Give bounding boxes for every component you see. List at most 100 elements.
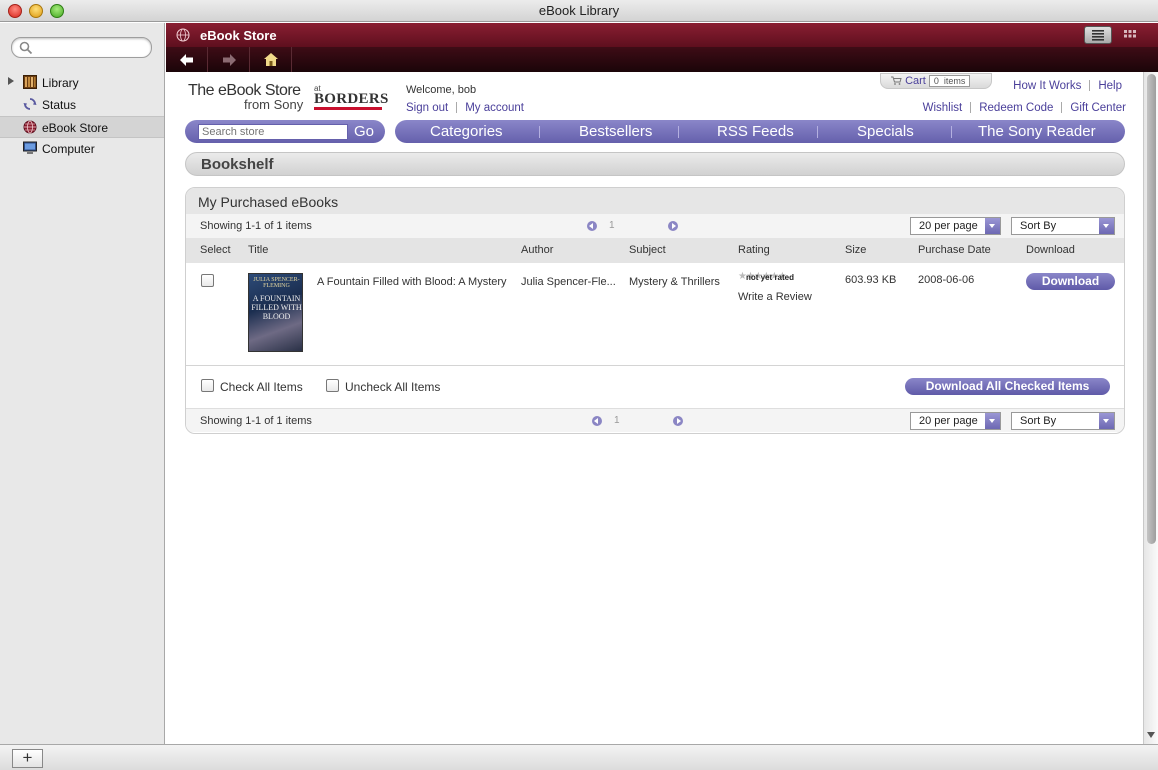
bookshelf-header: Bookshelf	[185, 152, 1125, 176]
menu-categories[interactable]: Categories	[430, 123, 503, 140]
gift-center-link[interactable]: Gift Center	[1070, 102, 1126, 114]
showing-count: Showing 1-1 of 1 items	[200, 415, 312, 427]
sidebar-item-library[interactable]: Library	[0, 72, 164, 94]
sidebar-item-label: Status	[42, 98, 77, 112]
uncheck-all-checkbox[interactable]	[326, 379, 339, 392]
home-icon	[263, 53, 278, 66]
purchased-ebooks-panel: My Purchased eBooks Showing 1-1 of 1 ite…	[185, 187, 1125, 434]
menu-rss-feeds[interactable]: RSS Feeds	[717, 123, 794, 140]
search-go-button[interactable]: Go	[354, 123, 374, 140]
cart-icon	[891, 76, 902, 85]
scrollbar-thumb[interactable]	[1147, 74, 1156, 544]
table-header: Select Title Author Subject Rating Size …	[186, 238, 1124, 263]
check-all-checkbox[interactable]	[201, 379, 214, 392]
column-subject[interactable]: Subject	[629, 244, 666, 256]
account-links: Sign out My account	[406, 100, 524, 114]
column-select: Select	[200, 244, 231, 256]
borders-logo: BORDERS	[314, 91, 389, 107]
menu-sony-reader[interactable]: The Sony Reader	[978, 123, 1096, 140]
menu-bestsellers[interactable]: Bestsellers	[579, 123, 652, 140]
vertical-scrollbar[interactable]	[1143, 72, 1158, 744]
store-search-input[interactable]	[198, 124, 348, 140]
per-page-select[interactable]: 20 per page	[910, 217, 1001, 235]
page-number[interactable]: 1	[614, 415, 620, 426]
forward-button[interactable]	[208, 47, 250, 72]
row-divider	[186, 365, 1124, 366]
per-page-select[interactable]: 20 per page	[910, 412, 1001, 430]
cover-author-text: JULIA SPENCER-FLEMING	[253, 277, 300, 289]
check-all-label[interactable]: Check All Items	[220, 380, 303, 394]
sidebar-search-field[interactable]	[11, 37, 152, 58]
sort-by-value: Sort By	[1020, 220, 1057, 232]
sidebar-item-computer[interactable]: Computer	[0, 138, 164, 160]
column-purchase-date[interactable]: Purchase Date	[918, 244, 991, 256]
scroll-down-arrow-icon[interactable]	[1147, 732, 1155, 738]
sidebar-item-ebook-store[interactable]: eBook Store	[0, 116, 164, 138]
column-title[interactable]: Title	[248, 244, 268, 256]
menu-divider	[678, 126, 679, 138]
link-separator	[970, 102, 972, 114]
list-view-icon	[1092, 30, 1104, 41]
page-number[interactable]: 1	[609, 220, 615, 231]
add-button[interactable]: +	[12, 749, 43, 768]
home-button[interactable]	[250, 47, 292, 72]
uncheck-all-label[interactable]: Uncheck All Items	[345, 380, 440, 394]
previous-page-button[interactable]	[587, 221, 597, 231]
menu-specials[interactable]: Specials	[857, 123, 914, 140]
how-it-works-link[interactable]: How It Works	[1013, 80, 1081, 92]
book-cover-image[interactable]: JULIA SPENCER-FLEMING A FOUNTAIN FILLED …	[248, 273, 303, 352]
sign-out-link[interactable]: Sign out	[406, 102, 448, 114]
link-separator	[456, 102, 458, 114]
back-button[interactable]	[166, 47, 208, 72]
computer-icon	[23, 141, 37, 154]
cart-widget[interactable]: Cart 0 items	[880, 73, 992, 89]
panel-header: My Purchased eBooks	[186, 188, 1124, 214]
book-subject-link[interactable]: Mystery & Thrillers	[629, 276, 720, 288]
disclosure-triangle-icon[interactable]	[8, 77, 14, 85]
link-separator	[1089, 80, 1091, 92]
navigation-bar	[166, 47, 1158, 72]
store-menu-bar: Categories Bestsellers RSS Feeds Special…	[395, 120, 1125, 143]
sidebar-item-label: Library	[42, 76, 79, 90]
book-title-link[interactable]: A Fountain Filled with Blood: A Mystery	[317, 276, 507, 288]
store-content: The eBook Store from Sony at BORDERS Wel…	[166, 72, 1143, 744]
book-author-link[interactable]: Julia Spencer-Fle...	[521, 276, 616, 288]
pager-top: Showing 1-1 of 1 items 1 20 per page Sor…	[186, 214, 1124, 238]
next-page-button[interactable]	[668, 221, 678, 231]
sidebar-item-status[interactable]: Status	[0, 94, 164, 116]
download-button[interactable]: Download	[1026, 273, 1115, 290]
row-select-checkbox[interactable]	[201, 274, 214, 287]
library-icon	[23, 75, 37, 89]
globe-icon	[176, 28, 190, 42]
sort-by-select[interactable]: Sort By	[1011, 217, 1115, 235]
window-title: eBook Library	[538, 3, 620, 18]
store-header-bar: eBook Store	[166, 23, 1158, 47]
chevron-down-icon	[985, 413, 1000, 429]
menu-divider	[951, 126, 952, 138]
menu-divider	[817, 126, 818, 138]
rating-value: not yet rated	[746, 273, 795, 282]
write-review-link[interactable]: Write a Review	[738, 291, 812, 303]
wishlist-link[interactable]: Wishlist	[923, 102, 963, 114]
my-account-link[interactable]: My account	[465, 102, 524, 114]
chevron-down-icon	[985, 218, 1000, 234]
redeem-code-link[interactable]: Redeem Code	[979, 102, 1053, 114]
column-rating[interactable]: Rating	[738, 244, 770, 256]
sort-by-select[interactable]: Sort By	[1011, 412, 1115, 430]
grid-view-button[interactable]	[1116, 26, 1144, 44]
cart-unit: items	[943, 76, 966, 86]
arrow-right-icon	[222, 53, 236, 66]
window-titlebar: eBook Library	[0, 0, 1158, 22]
cart-label: Cart	[905, 75, 926, 87]
previous-page-button[interactable]	[592, 416, 602, 426]
search-icon	[19, 41, 33, 55]
list-view-button[interactable]	[1084, 26, 1112, 44]
book-size: 603.93 KB	[845, 274, 897, 286]
help-link[interactable]: Help	[1098, 80, 1122, 92]
download-all-checked-button[interactable]: Download All Checked Items	[905, 378, 1110, 395]
per-page-value: 20 per page	[919, 220, 978, 232]
column-size[interactable]: Size	[845, 244, 866, 256]
per-page-value: 20 per page	[919, 415, 978, 427]
next-page-button[interactable]	[673, 416, 683, 426]
column-author[interactable]: Author	[521, 244, 553, 256]
